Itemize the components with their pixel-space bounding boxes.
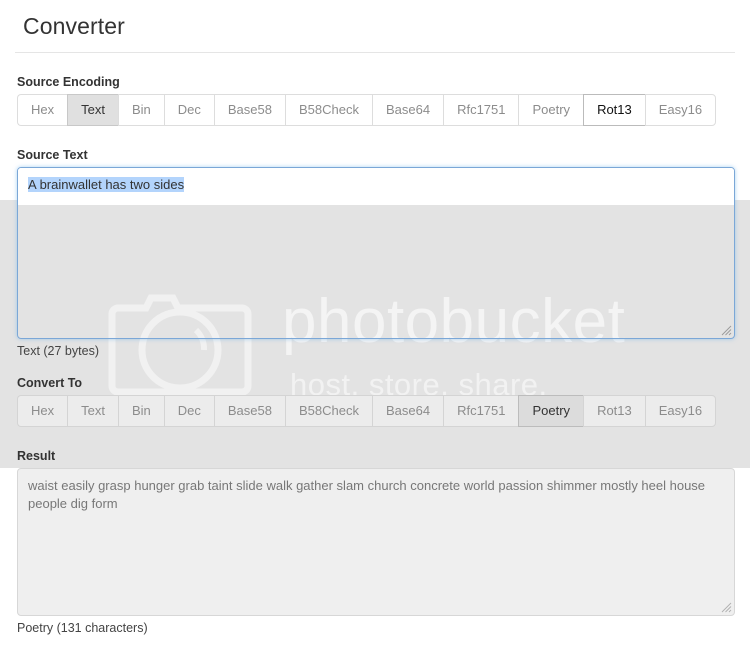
source-text-wrapper: A brainwallet has two sides — [17, 167, 735, 339]
source-encoding-option-poetry[interactable]: Poetry — [518, 94, 584, 126]
convert-to-option-poetry[interactable]: Poetry — [518, 395, 584, 427]
convert-to-option-b58check[interactable]: B58Check — [284, 395, 372, 427]
convert-to-button-group[interactable]: Hex Text Bin Dec Base58 B58Check Base64 Rfc1751… — [17, 395, 717, 427]
source-encoding-option-dec[interactable]: Dec — [163, 94, 214, 126]
source-encoding-option-text[interactable]: Text — [67, 94, 118, 126]
convert-to-option-base58[interactable]: Base58 — [213, 395, 285, 427]
source-encoding-button-group[interactable]: Hex Text Bin Dec Base58 B58Check Base64 Rfc1751… — [17, 94, 717, 126]
source-encoding-option-base64[interactable]: Base64 — [371, 94, 444, 126]
convert-to-option-text[interactable]: Text — [67, 395, 118, 427]
convert-to-option-hex[interactable]: Hex — [17, 395, 68, 427]
source-encoding-option-base58[interactable]: Base58 — [213, 94, 285, 126]
source-encoding-option-hex[interactable]: Hex — [17, 94, 68, 126]
source-encoding-option-easy16[interactable]: Easy16 — [644, 94, 717, 126]
convert-to-label: Convert To — [17, 376, 83, 390]
convert-to-option-bin[interactable]: Bin — [117, 395, 164, 427]
convert-to-option-easy16[interactable]: Easy16 — [644, 395, 717, 427]
convert-to-option-base64[interactable]: Base64 — [371, 395, 444, 427]
source-text-helper: Text (27 bytes) — [17, 344, 99, 358]
convert-to-option-rot13[interactable]: Rot13 — [583, 395, 645, 427]
source-text-input[interactable] — [17, 167, 735, 339]
source-encoding-option-bin[interactable]: Bin — [117, 94, 164, 126]
result-output[interactable] — [17, 468, 735, 616]
page-title: Converter — [23, 13, 125, 39]
result-wrapper — [17, 468, 735, 616]
source-encoding-option-rfc1751[interactable]: Rfc1751 — [443, 94, 519, 126]
convert-to-option-rfc1751[interactable]: Rfc1751 — [443, 395, 519, 427]
source-encoding-option-rot13[interactable]: Rot13 — [583, 94, 645, 126]
title-divider — [15, 52, 735, 53]
result-helper: Poetry (131 characters) — [17, 621, 148, 635]
convert-to-option-dec[interactable]: Dec — [163, 395, 214, 427]
result-label: Result — [17, 449, 56, 463]
source-text-label: Source Text — [17, 148, 88, 162]
source-encoding-option-b58check[interactable]: B58Check — [284, 94, 372, 126]
source-encoding-label: Source Encoding — [17, 75, 120, 89]
